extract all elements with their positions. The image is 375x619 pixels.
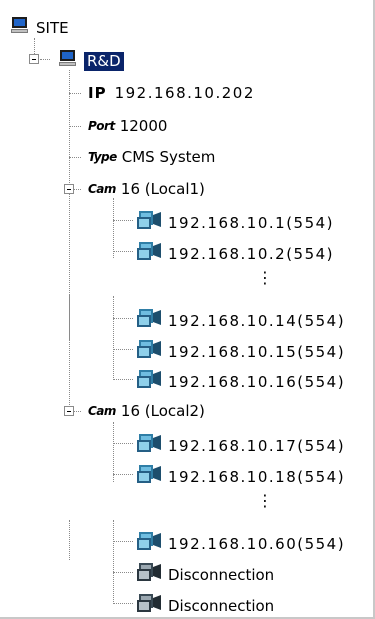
tree-node-site[interactable]: R&D (58, 49, 124, 73)
camera-group-1[interactable]: Cam 16 (Local1) (88, 179, 205, 199)
tree-line (74, 411, 81, 412)
collapse-toggle-icon[interactable] (64, 184, 74, 194)
cam-group-value: 16 (Local1) (120, 180, 205, 198)
tree-line (69, 157, 81, 158)
tree-line (113, 251, 133, 252)
ellipsis-indicator: ⋮ (257, 491, 273, 510)
camera-icon (136, 210, 162, 235)
tree-line (113, 296, 114, 380)
camera-icon (136, 464, 162, 489)
camera-item[interactable]: 192.168.10.15(554) (136, 339, 345, 364)
camera-item[interactable]: 192.168.10.17(554) (136, 433, 345, 458)
camera-item-disconnected[interactable]: Disconnection (136, 562, 274, 587)
camera-icon (136, 531, 162, 556)
computer-icon (58, 49, 78, 73)
camera-item[interactable]: 192.168.10.1(554) (136, 210, 334, 235)
type-label: Type (88, 150, 117, 164)
tree-line (113, 520, 114, 604)
tree-line (69, 295, 70, 340)
camera-icon (136, 433, 162, 458)
tree-line (113, 379, 133, 380)
camera-disconnected-icon (136, 593, 162, 618)
type-value: CMS System (121, 148, 216, 166)
site-type-row: Type CMS System (88, 147, 215, 167)
port-label: Port (88, 119, 115, 133)
tree-node-root[interactable]: SITE (10, 16, 69, 40)
camera-icon (136, 308, 162, 333)
camera-item[interactable]: 192.168.10.16(554) (136, 369, 345, 394)
tree-line (69, 126, 81, 127)
camera-address: 192.168.10.14(554) (168, 311, 346, 330)
tree-line (113, 603, 133, 604)
camera-item[interactable]: 192.168.10.60(554) (136, 531, 345, 556)
collapse-toggle-icon[interactable] (29, 54, 39, 64)
cam-group-label: Cam (88, 182, 116, 196)
tree-line (40, 59, 50, 60)
camera-item-disconnected[interactable]: Disconnection (136, 593, 274, 618)
site-ip-row: IP 192.168.10.202 (88, 83, 255, 103)
ellipsis-indicator: ⋮ (257, 268, 273, 287)
collapse-toggle-icon[interactable] (64, 406, 74, 416)
camera-address: 192.168.10.2(554) (168, 244, 335, 263)
camera-disconnected-icon (136, 562, 162, 587)
tree-line (69, 520, 70, 560)
tree-node-label: SITE (36, 19, 69, 37)
ip-label: IP (88, 84, 107, 102)
camera-group-2[interactable]: Cam 16 (Local2) (88, 401, 205, 421)
cam-group-label: Cam (88, 404, 116, 418)
camera-address: 192.168.10.1(554) (168, 213, 335, 232)
cam-group-value: 16 (Local2) (120, 402, 205, 420)
camera-item[interactable]: 192.168.10.14(554) (136, 308, 345, 333)
camera-icon (136, 369, 162, 394)
tree-line (69, 70, 70, 415)
camera-address: 192.168.10.16(554) (168, 372, 346, 391)
camera-address: 192.168.10.15(554) (168, 342, 346, 361)
tree-line (113, 443, 133, 444)
tree-line (113, 198, 114, 258)
tree-line (69, 93, 81, 94)
camera-item[interactable]: 192.168.10.2(554) (136, 241, 334, 266)
site-port-row: Port 12000 (88, 116, 167, 136)
tree-line (113, 474, 133, 475)
tree-line (113, 349, 133, 350)
camera-icon (136, 339, 162, 364)
camera-status: Disconnection (168, 596, 275, 615)
tree-line (113, 572, 133, 573)
tree-node-label-selected: R&D (84, 51, 124, 71)
tree-line (74, 189, 81, 190)
tree-line (113, 318, 133, 319)
computer-icon (10, 16, 30, 40)
tree-line (113, 422, 114, 482)
camera-address: 192.168.10.60(554) (168, 534, 346, 553)
camera-icon (136, 241, 162, 266)
camera-status: Disconnection (168, 565, 275, 584)
camera-address: 192.168.10.17(554) (168, 436, 346, 455)
port-value: 12000 (119, 117, 168, 135)
tree-line (113, 541, 133, 542)
camera-address: 192.168.10.18(554) (168, 467, 346, 486)
camera-item[interactable]: 192.168.10.18(554) (136, 464, 345, 489)
ip-value: 192.168.10.202 (114, 84, 255, 102)
tree-line (113, 220, 133, 221)
